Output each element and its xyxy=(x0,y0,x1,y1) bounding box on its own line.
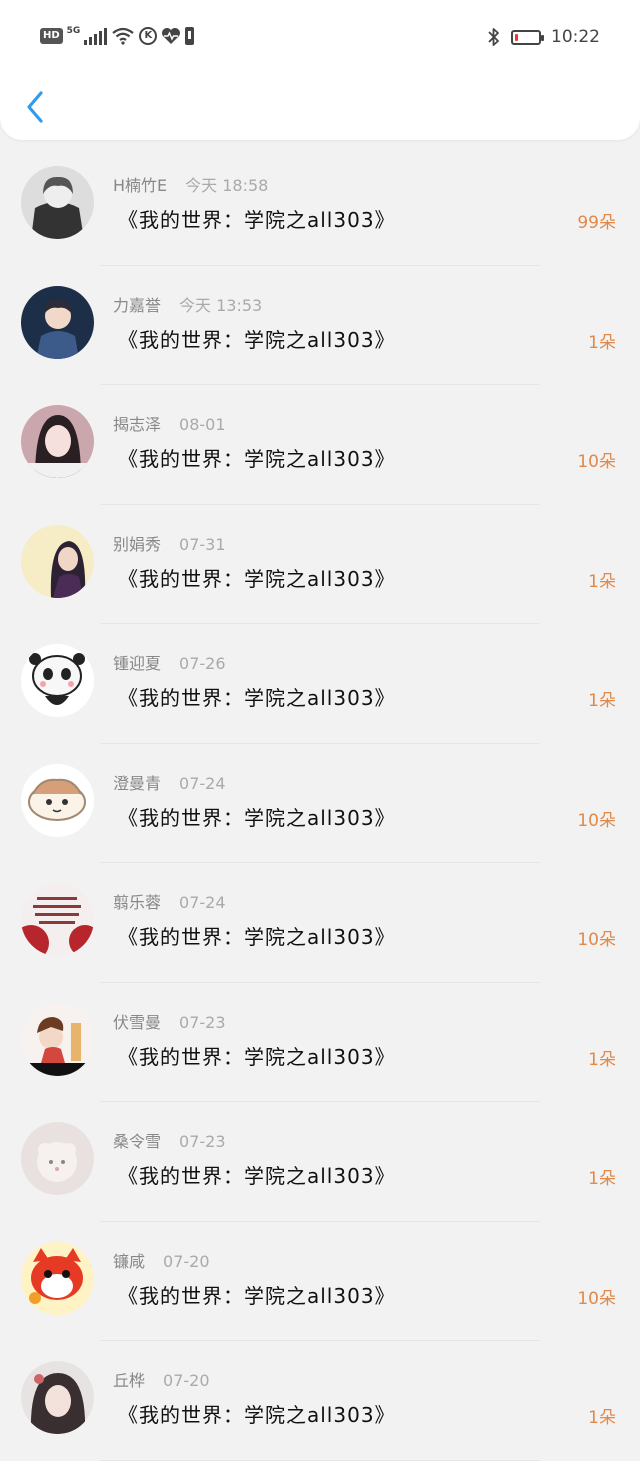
flower-count: 1朵 xyxy=(588,1049,616,1070)
user-name[interactable]: 揭志泽 xyxy=(113,415,161,434)
back-button[interactable] xyxy=(22,88,50,126)
timestamp: 今天 18:58 xyxy=(185,176,269,195)
user-name[interactable]: 别娟秀 xyxy=(113,535,161,554)
flower-count: 1朵 xyxy=(588,1169,616,1189)
list-item[interactable]: 锺迎夏 07-26 《我的世界：学院之all303》 1朵 xyxy=(0,624,640,744)
book-title: 《我的世界：学院之all303》 xyxy=(118,566,396,591)
flower-count: 10朵 xyxy=(577,810,616,831)
name-line: 伏雪曼 07-23 xyxy=(113,1009,226,1033)
name-line: H楠竹E 今天 18:58 xyxy=(113,172,268,196)
divider xyxy=(100,1459,540,1461)
name-line: 别娟秀 07-31 xyxy=(113,531,226,555)
list-item[interactable]: 镰咸 07-20 《我的世界：学院之all303》 10朵 xyxy=(0,1222,640,1341)
timestamp: 07-20 xyxy=(163,1371,210,1390)
battery-level xyxy=(515,33,518,41)
health-icon xyxy=(162,28,181,44)
timestamp: 今天 13:53 xyxy=(179,295,263,315)
book-title: 《我的世界：学院之all303》 xyxy=(118,208,396,232)
book-title: 《我的世界：学院之all303》 xyxy=(118,1403,396,1427)
avatar[interactable] xyxy=(21,1241,94,1315)
avatar[interactable] xyxy=(21,1002,94,1076)
book-title: 《我的世界：学院之all303》 xyxy=(118,1283,396,1308)
list-item[interactable]: 澄曼青 07-24 《我的世界：学院之all303》 10朵 xyxy=(0,744,640,863)
name-line: 澄曼青 07-24 xyxy=(113,770,226,794)
name-line: 丘桦 07-20 xyxy=(113,1367,210,1391)
timestamp: 07-20 xyxy=(163,1251,210,1271)
user-name[interactable]: 翦乐蓉 xyxy=(113,893,161,912)
user-name[interactable]: H楠竹E xyxy=(113,176,167,195)
flower-count: 10朵 xyxy=(577,1288,616,1309)
battery-icon xyxy=(511,29,544,45)
list-item[interactable]: 桑令雪 07-23 《我的世界：学院之all303》 1朵 xyxy=(0,1102,640,1222)
timestamp: 07-31 xyxy=(179,534,226,554)
signal-icon xyxy=(84,27,108,45)
avatar[interactable] xyxy=(21,285,94,359)
name-line: 镰咸 07-20 xyxy=(113,1248,210,1272)
list-item[interactable]: 力嘉誉 今天 13:53 《我的世界：学院之all303》 1朵 xyxy=(0,266,640,385)
name-line: 桑令雪 07-23 xyxy=(113,1128,226,1152)
book-title: 《我的世界：学院之all303》 xyxy=(118,1044,396,1069)
clock: 10:22 xyxy=(551,27,600,47)
list-item[interactable]: 丘桦 07-20 《我的世界：学院之all303》 1朵 xyxy=(0,1341,640,1461)
network-type-label: 5G xyxy=(66,25,81,36)
list-item[interactable]: 翦乐蓉 07-24 《我的世界：学院之all303》 10朵 xyxy=(0,863,640,983)
name-line: 锺迎夏 07-26 xyxy=(113,650,226,674)
name-line: 揭志泽 08-01 xyxy=(113,411,226,435)
timestamp: 07-24 xyxy=(179,773,226,793)
book-title: 《我的世界：学院之all303》 xyxy=(118,327,396,352)
user-name[interactable]: 镰咸 xyxy=(113,1252,145,1271)
status-left: HD 5G K xyxy=(40,25,195,45)
avatar[interactable] xyxy=(21,644,94,717)
list-item[interactable]: 伏雪曼 07-23 《我的世界：学院之all303》 1朵 xyxy=(0,983,640,1102)
flower-count: 10朵 xyxy=(577,452,616,472)
timestamp: 07-24 xyxy=(179,893,226,912)
avatar[interactable] xyxy=(21,763,94,837)
avatar[interactable] xyxy=(21,166,94,239)
flower-count: 1朵 xyxy=(588,691,616,711)
header: HD 5G K 10:22 xyxy=(0,0,640,140)
user-name[interactable]: 丘桦 xyxy=(113,1371,145,1390)
user-name[interactable]: 伏雪曼 xyxy=(113,1013,161,1032)
name-line: 翦乐蓉 07-24 xyxy=(113,889,226,913)
user-name[interactable]: 桑令雪 xyxy=(113,1132,161,1151)
flower-count: 99朵 xyxy=(577,213,616,233)
avatar[interactable] xyxy=(21,1361,94,1434)
book-title: 《我的世界：学院之all303》 xyxy=(118,447,396,471)
book-title: 《我的世界：学院之all303》 xyxy=(118,686,396,710)
flower-count: 10朵 xyxy=(577,930,616,950)
avatar[interactable] xyxy=(21,883,94,956)
avatar[interactable] xyxy=(21,524,94,598)
gift-list: H楠竹E 今天 18:58 《我的世界：学院之all303》 99朵力嘉誉 今天 13:… xyxy=(0,146,640,1461)
timestamp: 08-01 xyxy=(179,415,226,434)
user-name[interactable]: 锺迎夏 xyxy=(113,654,161,673)
user-name[interactable]: 澄曼青 xyxy=(113,774,161,793)
list-item[interactable]: H楠竹E 今天 18:58 《我的世界：学院之all303》 99朵 xyxy=(0,146,640,266)
timestamp: 07-26 xyxy=(179,654,226,673)
book-title: 《我的世界：学院之all303》 xyxy=(118,805,396,830)
wifi-icon xyxy=(112,27,135,45)
avatar[interactable] xyxy=(21,1122,94,1195)
name-line: 力嘉誉 今天 13:53 xyxy=(113,292,262,316)
user-name[interactable]: 力嘉誉 xyxy=(113,296,161,315)
chevron-left-icon xyxy=(27,91,43,123)
timestamp: 07-23 xyxy=(179,1012,226,1032)
status-right: 10:22 xyxy=(487,27,600,47)
bluetooth-icon xyxy=(488,28,499,46)
battery-small-icon xyxy=(185,27,195,45)
status-bar: HD 5G K 10:22 xyxy=(0,0,640,78)
timestamp: 07-23 xyxy=(179,1132,226,1151)
flower-count: 1朵 xyxy=(588,332,616,353)
book-title: 《我的世界：学院之all303》 xyxy=(118,1164,396,1188)
avatar[interactable] xyxy=(21,405,94,478)
flower-count: 1朵 xyxy=(588,1408,616,1428)
list-item[interactable]: 揭志泽 08-01 《我的世界：学院之all303》 10朵 xyxy=(0,385,640,505)
book-title: 《我的世界：学院之all303》 xyxy=(118,925,396,949)
flower-count: 1朵 xyxy=(588,571,616,592)
list-item[interactable]: 别娟秀 07-31 《我的世界：学院之all303》 1朵 xyxy=(0,505,640,624)
k-icon: K xyxy=(139,27,158,45)
hd-icon: HD xyxy=(40,28,63,44)
